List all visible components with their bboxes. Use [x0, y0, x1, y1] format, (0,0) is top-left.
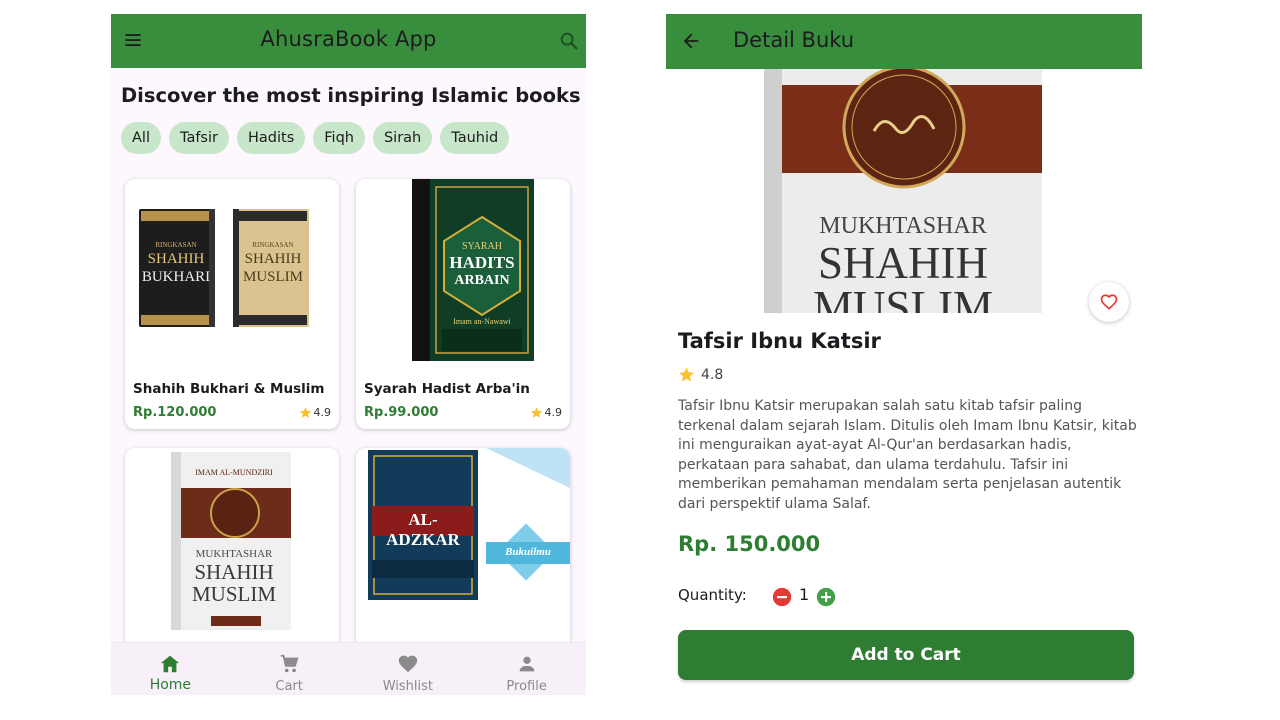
nav-item-wishlist[interactable]: Wishlist: [349, 643, 468, 695]
nav-item-cart[interactable]: Cart: [230, 643, 349, 695]
category-chip-tafsir[interactable]: Tafsir: [168, 122, 229, 154]
home-screen: AhusraBook App Discover the most inspiri…: [111, 14, 586, 695]
home-app-bar: AhusraBook App: [111, 14, 586, 68]
cover-text: RINGKASAN: [252, 241, 294, 249]
home-icon: [161, 655, 180, 673]
cover-text: HADITS: [449, 253, 515, 272]
star-icon: [679, 367, 694, 382]
book-cover-image: MUKHTASHAR SHAHIH MUSLIM: [764, 69, 1042, 313]
category-chip-hadits[interactable]: Hadits: [236, 122, 306, 154]
detail-screen: Detail Buku MUKHTASHAR SHAHIH MUSLIM Taf…: [666, 14, 1142, 695]
star-icon: [299, 407, 311, 418]
cover-text: MUSLIM: [191, 582, 276, 606]
cover-text: MUKHTASHAR: [819, 213, 987, 239]
quantity-value: 1: [799, 585, 810, 604]
nav-label: Wishlist: [382, 679, 434, 694]
rating-value: 4.9: [313, 406, 332, 419]
book-rating: 4.9: [530, 406, 563, 419]
book-cover-image: IMAM AL-MUNDZIRI MUKHTASHAR SHAHIH MUSLI…: [125, 448, 339, 648]
book-price: Rp. 150.000: [678, 532, 821, 556]
category-chip-sirah[interactable]: Sirah: [372, 122, 433, 154]
book-cover-image: AL-ADZKAR Bukuilmu: [356, 448, 570, 648]
nav-label: Home: [149, 677, 192, 693]
book-card[interactable]: SYARAH HADITS ARBAIN Imam an-Nawawi Syar…: [356, 179, 570, 429]
nav-item-home[interactable]: Home: [111, 643, 230, 695]
book-price: Rp.120.000: [133, 405, 217, 420]
favorite-button[interactable]: [1089, 282, 1129, 322]
cover-text: IMAM AL-MUNDZIRI: [195, 468, 273, 477]
book-rating: 4.9: [299, 406, 332, 419]
cover-text: SHAHIH: [244, 251, 302, 267]
cover-text: SHAHIH: [147, 251, 205, 267]
book-card[interactable]: AL-ADZKAR Bukuilmu: [356, 448, 570, 648]
minus-circle-icon[interactable]: [772, 587, 792, 607]
detail-app-bar: Detail Buku: [666, 14, 1142, 69]
cover-text: MUKHTASHAR: [195, 548, 273, 560]
book-cover-image: SYARAH HADITS ARBAIN Imam an-Nawawi: [356, 179, 570, 361]
book-rating: 4.8: [678, 366, 723, 383]
rating-value: 4.9: [544, 406, 563, 419]
nav-label: Profile: [506, 679, 547, 694]
page-title: Detail Buku: [733, 28, 855, 52]
page-headline: Discover the most inspiring Islamic book…: [121, 84, 581, 107]
book-cover-image: RINGKASAN SHAHIH BUKHARI RINGKASAN SHAHI…: [125, 179, 339, 361]
bottom-navigation: Home Cart Wishlist Profile: [111, 642, 586, 695]
rating-value: 4.8: [701, 366, 724, 383]
category-chip-fiqh[interactable]: Fiqh: [313, 122, 365, 154]
heart-outline-icon: [1100, 294, 1118, 310]
book-description: Tafsir Ibnu Katsir merupakan salah satu …: [678, 398, 1137, 512]
cover-text: Imam an-Nawawi: [453, 317, 511, 326]
category-chip-all[interactable]: All: [121, 122, 161, 154]
heart-icon: [398, 655, 418, 673]
plus-circle-icon[interactable]: [816, 587, 836, 607]
book-title: Syarah Hadist Arba'in: [364, 381, 530, 397]
cover-text: BUKHARI: [141, 269, 211, 285]
category-chips: All Tafsir Hadits Fiqh Sirah Tauhid: [121, 122, 510, 154]
nav-label: Cart: [275, 679, 303, 694]
cover-text: AL-ADZKAR: [386, 510, 460, 549]
book-title: Shahih Bukhari & Muslim: [133, 381, 325, 397]
book-card[interactable]: IMAM AL-MUNDZIRI MUKHTASHAR SHAHIH MUSLI…: [125, 448, 339, 648]
back-arrow-icon[interactable]: [680, 30, 702, 52]
cover-text: SYARAH: [461, 241, 502, 252]
category-chip-tauhid[interactable]: Tauhid: [440, 122, 510, 154]
quantity-label: Quantity:: [678, 586, 747, 604]
cover-text: ARBAIN: [454, 273, 510, 288]
book-card[interactable]: RINGKASAN SHAHIH BUKHARI RINGKASAN SHAHI…: [125, 179, 339, 429]
cover-text: RINGKASAN: [155, 241, 197, 249]
nav-item-profile[interactable]: Profile: [467, 643, 586, 695]
search-icon[interactable]: [558, 30, 580, 52]
star-icon: [530, 407, 542, 418]
add-to-cart-button[interactable]: Add to Cart: [678, 630, 1134, 680]
cover-text: MUSLIM: [812, 282, 994, 313]
person-icon: [519, 656, 534, 672]
cover-text: Bukuilmu: [505, 546, 551, 558]
cart-icon: [280, 654, 299, 673]
book-title: Tafsir Ibnu Katsir: [678, 329, 881, 353]
cover-text: MUSLIM: [242, 269, 303, 285]
book-price: Rp.99.000: [364, 405, 439, 420]
app-title: AhusraBook App: [260, 27, 437, 51]
